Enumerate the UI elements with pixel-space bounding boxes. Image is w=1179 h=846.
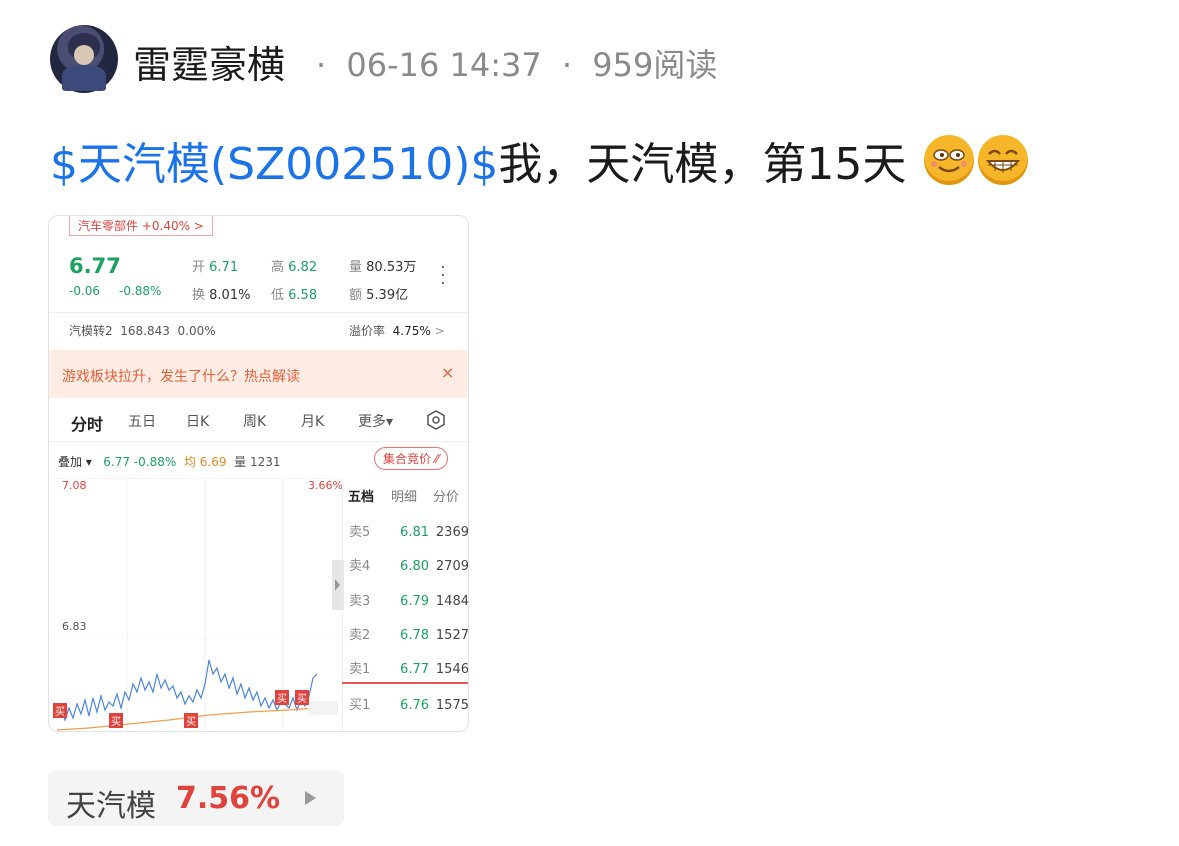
tab-level2[interactable]: 五档 xyxy=(348,486,374,505)
low-value: 6.58 xyxy=(288,288,318,303)
meta-separator: · xyxy=(316,46,327,84)
meta-separator: · xyxy=(561,46,573,84)
bond-price: 168.843 xyxy=(120,324,170,338)
post-datetime: 06-16 14:37 xyxy=(346,46,542,84)
volume-label: 量 xyxy=(349,260,363,275)
orderbook-row: 卖2 6.78 1527 xyxy=(349,628,469,643)
call-auction-button[interactable]: 集合竞价 ⁄⁄ xyxy=(374,447,448,470)
tab-daily-k[interactable]: 日K xyxy=(186,411,209,431)
overlay-pct: -0.88% xyxy=(133,455,177,469)
overlay-dropdown[interactable]: 叠加 ▾ xyxy=(58,455,92,469)
spread-divider xyxy=(342,682,468,684)
buy-marker: 买 xyxy=(109,713,123,728)
tab-more[interactable]: 更多▾ xyxy=(358,411,393,431)
tab-price-dist[interactable]: 分价 xyxy=(433,486,459,505)
price-change-pct: -0.88% xyxy=(119,284,162,298)
tab-intraday[interactable]: 分时 xyxy=(71,411,103,435)
tab-detail[interactable]: 明细 xyxy=(391,486,417,505)
orderbook-row: 卖4 6.80 2709 xyxy=(349,559,469,574)
current-price: 6.77 xyxy=(69,254,121,278)
premium-label: 溢价率 xyxy=(349,324,386,338)
chart-mid-price: 6.83 xyxy=(62,620,87,633)
stock-tag-name[interactable]: 天汽模 xyxy=(66,781,156,825)
orderbook-row: 买1 6.76 1575 xyxy=(349,698,469,713)
buy-marker: 买 xyxy=(53,703,67,718)
post-meta: · 06-16 14:37 · 959阅读 xyxy=(316,40,727,86)
more-vertical-icon[interactable]: · · · xyxy=(440,259,446,293)
avatar[interactable] xyxy=(50,25,118,93)
turnover-value: 8.01% xyxy=(209,288,251,303)
amount-value: 5.39亿 xyxy=(366,288,409,303)
high-label: 高 xyxy=(271,260,285,275)
tab-five-day[interactable]: 五日 xyxy=(128,411,156,431)
amount-label: 额 xyxy=(349,288,363,303)
beaming-face-emoji-icon xyxy=(978,135,1029,185)
buy-marker: 买 xyxy=(184,713,198,728)
stock-tag-pct: 7.56% xyxy=(176,781,281,816)
username[interactable]: 雷霆豪横 xyxy=(133,34,285,89)
avg-label: 均 xyxy=(183,455,196,469)
convertible-bond-row[interactable]: 汽模转2 168.843 0.00% xyxy=(69,322,216,339)
volume-value: 80.53万 xyxy=(366,260,417,275)
tick-volume-label: 量 xyxy=(234,455,247,469)
orderbook-row: 卖1 6.77 1546 xyxy=(349,662,469,677)
tab-weekly-k[interactable]: 周K xyxy=(243,411,266,431)
chart-top-pct: 3.66% xyxy=(308,479,343,492)
buy-marker: 买 xyxy=(295,690,309,705)
sector-badge: 汽车零部件 +0.40% > xyxy=(69,216,213,236)
overlay-row: 叠加 ▾ 6.77 -0.88% 均 6.69 量 1231 xyxy=(58,453,281,470)
avg-value: 6.69 xyxy=(199,455,227,469)
settings-icon[interactable] xyxy=(426,410,446,430)
low-label: 低 xyxy=(271,288,285,303)
tick-volume-value: 1231 xyxy=(249,455,281,469)
read-count: 959阅读 xyxy=(592,46,718,84)
buy-marker: 买 xyxy=(275,690,289,705)
post-text: $天汽模(SZ002510)$我，天汽模，第15天 xyxy=(50,128,1029,192)
banner-text[interactable]: 游戏板块拉升，发生了什么？热点解读 xyxy=(62,366,300,386)
premium-value: 4.75% xyxy=(392,324,431,338)
high-value: 6.82 xyxy=(288,260,318,275)
bond-name: 汽模转2 xyxy=(69,324,113,338)
turnover-label: 换 xyxy=(192,288,206,303)
chevron-right-icon: > xyxy=(434,324,445,338)
stock-screenshot-card[interactable]: 汽车零部件 +0.40% > 6.77 -0.06 -0.88% 开 6.71 … xyxy=(48,215,469,732)
close-icon[interactable]: × xyxy=(441,363,454,382)
open-label: 开 xyxy=(192,260,206,275)
chart-top-price: 7.08 xyxy=(62,479,87,492)
grinning-face-emoji-icon xyxy=(924,135,975,185)
open-value: 6.71 xyxy=(209,260,239,275)
stock-link[interactable]: $天汽模(SZ002510)$ xyxy=(50,139,498,190)
post-body: 我，天汽模，第15天 xyxy=(498,139,907,190)
orderbook-row: 卖5 6.81 2369 xyxy=(349,525,469,540)
premium-rate[interactable]: 溢价率 4.75% > xyxy=(349,322,445,339)
price-change: -0.06 xyxy=(69,284,101,298)
orderbook-row: 卖3 6.79 1484 xyxy=(349,594,469,609)
tab-monthly-k[interactable]: 月K xyxy=(301,411,324,431)
overlay-price: 6.77 xyxy=(103,455,131,469)
bond-pct: 0.00% xyxy=(177,324,216,338)
play-arrow-icon[interactable] xyxy=(305,791,316,805)
